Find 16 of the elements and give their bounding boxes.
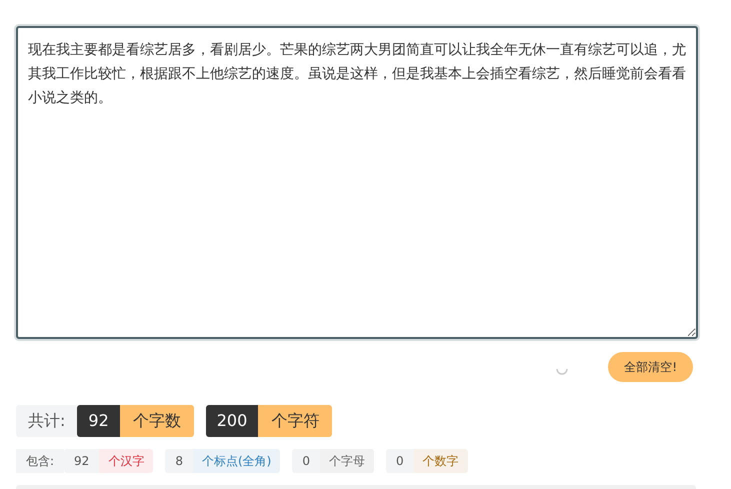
count-value: 0 [386, 449, 414, 473]
total-label: 共计: [16, 405, 78, 437]
contains-label: 包含: [16, 449, 64, 473]
count-tag: 个字母 [320, 449, 374, 473]
count-tag: 个汉字 [99, 449, 154, 473]
count-value: 92 [64, 449, 100, 473]
count-tag: 个标点(全角) [192, 449, 280, 473]
count-value: 0 [292, 449, 320, 473]
count-unit: 个字符 [258, 405, 332, 437]
count-value: 8 [165, 449, 193, 473]
count-value: 200 [206, 405, 258, 437]
count-unit: 个字数 [120, 405, 194, 437]
count-tag: 个数字 [414, 449, 468, 473]
count-value: 92 [77, 405, 120, 437]
clear-all-button[interactable]: 全部清空! [608, 352, 693, 382]
text-area[interactable]: 现在我主要都是看综艺居多，看剧居少。芒果的综艺两大男团简直可以让我全年无休一直有综艺可以追，尤其我工作比较忙，根据跟不上他综艺的速度。虽说是这样，但是我基本上会插空看综艺，然后睡觉前会看看小说之类的。 [16, 26, 698, 339]
